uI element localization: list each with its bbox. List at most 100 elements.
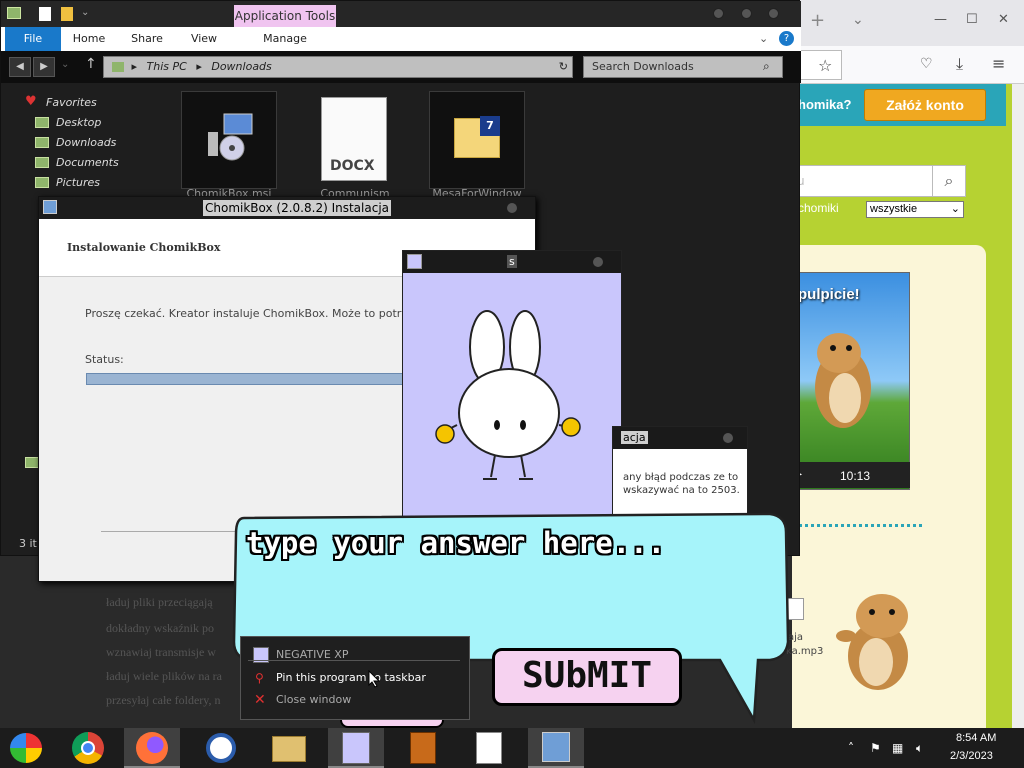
filter-value: wszystkie (870, 203, 918, 215)
close-icon[interactable]: ✕ (998, 12, 1009, 27)
refresh-icon[interactable]: ↻ (559, 57, 568, 77)
installer-titlebar[interactable]: ChomikBox (2.0.8.2) Instalacja (39, 197, 535, 219)
start-orb-icon (10, 733, 42, 763)
bunny-character (435, 310, 581, 480)
nav-desktop[interactable]: Desktop (56, 116, 101, 129)
error-titlebar[interactable]: acja (613, 427, 747, 449)
ribbon-expand-icon[interactable]: ⌄ (759, 32, 768, 45)
submit-button[interactable]: SUbMIT (492, 648, 682, 706)
back-icon[interactable]: ◀ (9, 57, 31, 77)
taskbar-book-app[interactable] (396, 728, 452, 768)
network-icon (25, 457, 39, 468)
minimize-icon[interactable]: — (934, 12, 947, 27)
taskbar-installer[interactable] (528, 728, 584, 768)
search-icon[interactable]: ⌕ (932, 165, 966, 197)
bookmark-star-icon[interactable]: ☆ (818, 56, 832, 75)
taskbar-wordpad[interactable] (462, 728, 518, 768)
nav-pictures[interactable]: Pictures (56, 176, 100, 189)
installer-icon (208, 113, 253, 161)
clock-date[interactable]: 2/3/2023 (950, 750, 993, 762)
jump-list-app[interactable]: NEGATIVE XP (241, 644, 469, 666)
up-arrow-icon[interactable]: ↑ (85, 56, 97, 72)
breadcrumb-this-pc[interactable]: This PC (147, 60, 187, 73)
video-title: pulpicie! (798, 286, 860, 303)
pocket-icon[interactable]: ♡ (920, 56, 933, 72)
tab-file[interactable]: File (5, 27, 61, 51)
tab-home[interactable]: Home (63, 27, 115, 51)
file-label-fragment: aja (788, 632, 804, 643)
nav-documents[interactable]: Documents (56, 156, 119, 169)
volume-icon[interactable]: 🔈︎ (916, 741, 923, 756)
filter-select[interactable]: wszystkie ⌄ (866, 201, 964, 218)
clock-time[interactable]: 8:54 AM (956, 732, 996, 744)
answer-input[interactable]: type your answer here... (246, 526, 665, 560)
new-tab-icon[interactable]: + (810, 10, 825, 31)
close-icon[interactable] (723, 433, 733, 443)
new-folder-icon[interactable] (61, 7, 73, 21)
feature-text: ładuj wiele plików na ra (106, 669, 222, 683)
explorer-app-icon (7, 7, 21, 19)
nav-downloads[interactable]: Downloads (56, 136, 116, 149)
taskbar-chrome[interactable] (60, 728, 116, 768)
tab-list-icon[interactable]: ⌄ (852, 12, 864, 28)
taskbar-negative-xp[interactable] (328, 728, 384, 768)
mouse-cursor-icon (368, 670, 380, 688)
pin-icon: ⚲ (255, 671, 264, 685)
downloads-icon[interactable]: ⤓ (956, 54, 963, 74)
pin-to-taskbar-item[interactable]: ⚲ Pin this program to taskbar (241, 667, 469, 689)
installer-icon (542, 732, 570, 762)
feature-text: dokładny wskaźnik po (106, 621, 214, 635)
desktop-icon (35, 117, 49, 128)
mp3-file-label: ka.mp3 (786, 646, 824, 657)
recent-chevron-icon[interactable]: ⌄ (61, 59, 69, 70)
feature-text: przesyłaj całe foldery, n (106, 693, 221, 707)
breadcrumb-downloads[interactable]: Downloads (211, 60, 271, 73)
maximize-icon[interactable]: ☐ (966, 12, 978, 27)
help-icon[interactable]: ? (779, 31, 794, 46)
minimize-icon[interactable] (713, 8, 724, 19)
close-window-item[interactable]: ✕ Close window (241, 689, 469, 711)
register-button[interactable]: Załóż konto (864, 89, 986, 121)
7zip-icon: 7 (480, 116, 500, 136)
browser-tab-strip: + ⌄ — ☐ ✕ (792, 0, 1024, 46)
installer-app-icon (43, 200, 57, 214)
close-icon[interactable] (593, 257, 603, 267)
promo-video[interactable] (792, 272, 910, 490)
close-icon: ✕ (254, 692, 266, 708)
tab-manage[interactable]: Manage (235, 27, 335, 51)
file-item-chomikbox[interactable] (181, 91, 277, 189)
tab-share[interactable]: Share (119, 27, 175, 51)
search-icon[interactable]: ⌕ (763, 59, 770, 74)
maximize-icon[interactable] (741, 8, 752, 19)
taskbar-firefox[interactable] (124, 728, 180, 768)
flag-icon[interactable]: ⚑ (870, 741, 881, 755)
taskbar-file-explorer[interactable] (262, 728, 318, 768)
show-hidden-icons[interactable]: ˄ (848, 741, 854, 755)
properties-icon[interactable] (39, 7, 51, 21)
folder-icon (272, 736, 306, 762)
bunny-window: s (402, 250, 622, 518)
start-button[interactable] (0, 728, 56, 768)
address-path[interactable]: ▸ This PC ▸ Downloads ↻ (103, 56, 573, 78)
menu-icon[interactable]: ≡ (992, 54, 1005, 73)
taskbar-app-obama[interactable] (194, 728, 250, 768)
explorer-titlebar[interactable]: ⌄ (1, 1, 801, 27)
close-icon[interactable] (507, 203, 517, 213)
bunny-titlebar[interactable]: s (403, 251, 621, 273)
forward-icon[interactable]: ▶ (33, 57, 55, 77)
browser-scrollbar[interactable] (1012, 84, 1024, 728)
search-input[interactable]: Search Downloads (583, 56, 783, 78)
application-tools-label: Application Tools (234, 5, 336, 27)
book-icon (410, 732, 436, 764)
network-icon[interactable]: ▦ (892, 741, 903, 755)
customize-icon[interactable]: ⌄ (81, 7, 89, 18)
obama-logo-icon (206, 733, 236, 763)
file-item-mesa[interactable]: 7 (429, 91, 525, 189)
error-title: acja (621, 431, 648, 444)
installer-title: ChomikBox (2.0.8.2) Instalacja (203, 200, 392, 216)
nav-favorites[interactable]: Favorites (46, 96, 97, 109)
site-question: homika? (798, 97, 852, 112)
docx-file-icon[interactable]: DOCX (321, 97, 387, 181)
tab-view[interactable]: View (179, 27, 229, 51)
close-icon[interactable] (768, 8, 779, 19)
